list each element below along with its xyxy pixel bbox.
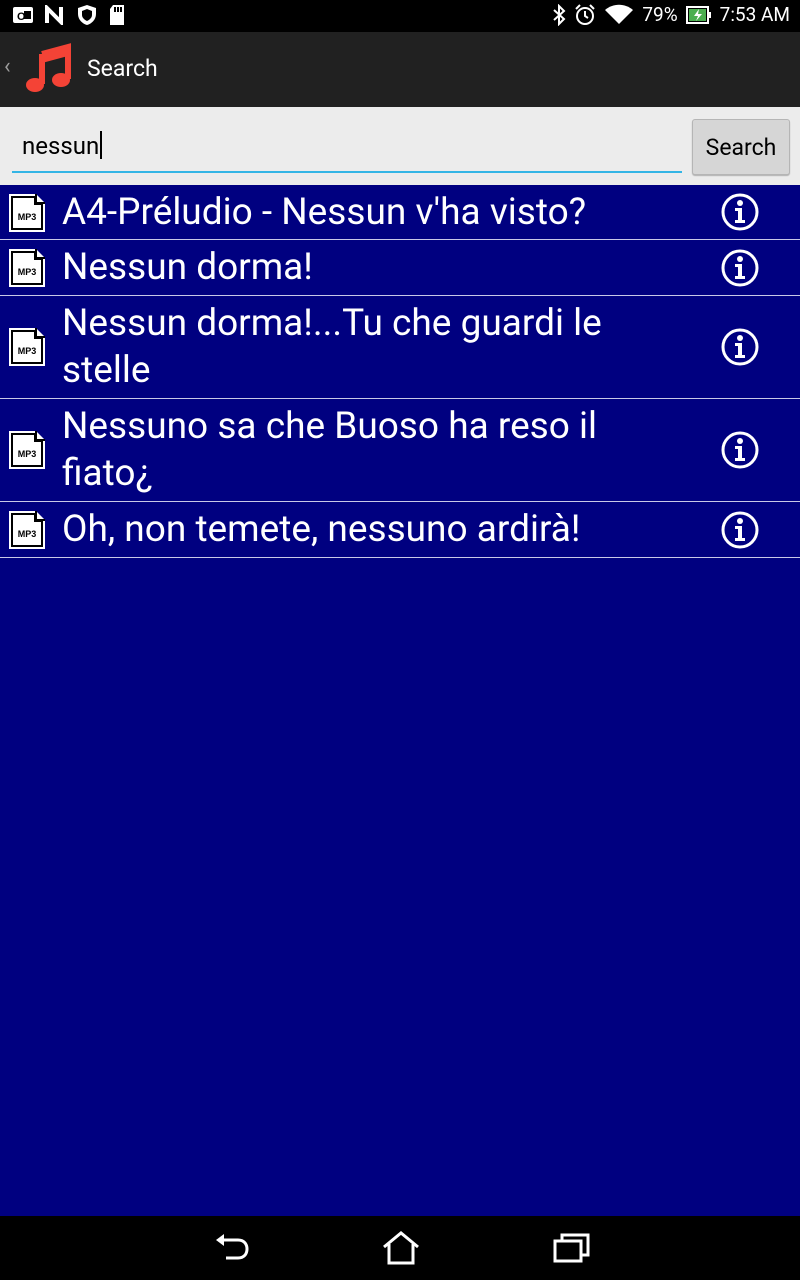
file-type-label: MP3 — [18, 267, 37, 277]
search-query-text[interactable]: nessun — [22, 131, 103, 161]
file-type-label: MP3 — [18, 212, 37, 222]
search-query-value: nessun — [22, 132, 100, 160]
file-type-label: MP3 — [18, 529, 37, 539]
info-icon[interactable] — [720, 192, 760, 232]
notification-icons: O — [12, 4, 126, 26]
battery-charging-icon — [685, 5, 712, 25]
mp3-file-icon: MP3 — [8, 248, 46, 288]
list-item[interactable]: MP3 Oh, non temete, nessuno ardirà! — [0, 502, 800, 558]
mp3-file-icon: MP3 — [8, 193, 46, 233]
back-icon[interactable] — [212, 1230, 252, 1266]
list-item[interactable]: MP3 Nessun dorma! — [0, 240, 800, 296]
list-item-label: Nessuno sa che Buoso ha reso il fiato¿ — [62, 405, 598, 495]
info-icon[interactable] — [720, 248, 760, 288]
home-icon[interactable] — [381, 1230, 421, 1266]
info-icon[interactable] — [720, 510, 760, 550]
n-app-icon — [44, 5, 66, 25]
list-item-label: A4-Préludio - Nessun v'ha visto? — [62, 191, 587, 234]
file-type-label: MP3 — [18, 346, 37, 356]
shield-icon — [76, 4, 98, 26]
search-button[interactable]: Search — [692, 119, 790, 175]
list-item-label: Nessun dorma! — [62, 246, 313, 289]
music-note-icon[interactable] — [22, 42, 76, 96]
list-item-label: Oh, non temete, nessuno ardirà! — [62, 508, 581, 551]
file-type-label: MP3 — [18, 449, 37, 459]
search-input[interactable]: nessun — [12, 121, 682, 173]
outlook-icon: O — [12, 5, 34, 25]
wifi-icon — [604, 4, 634, 26]
search-bar: nessun Search — [0, 107, 800, 185]
up-chevron-icon[interactable]: ‹ — [4, 56, 11, 78]
result-list: MP3 A4-Préludio - Nessun v'ha visto? MP3… — [0, 185, 800, 558]
info-icon[interactable] — [720, 327, 760, 367]
status-bar: O 79% 7:53 AM — [0, 0, 800, 32]
mp3-file-icon: MP3 — [8, 327, 46, 367]
page-title: Search — [87, 55, 158, 82]
list-item-label: Nessun dorma!...Tu che guardi le stelle — [62, 302, 602, 392]
list-item[interactable]: MP3 A4-Préludio - Nessun v'ha visto? — [0, 185, 800, 240]
battery-percent: 79% — [642, 3, 678, 26]
sd-card-icon — [108, 4, 126, 26]
navigation-bar — [0, 1216, 800, 1280]
recents-icon[interactable] — [552, 1230, 592, 1266]
text-cursor — [100, 131, 103, 159]
bluetooth-icon — [552, 3, 566, 26]
info-icon[interactable] — [720, 430, 760, 470]
system-status: 79% 7:53 AM — [552, 3, 790, 26]
action-bar: ‹ Search — [0, 32, 800, 107]
mp3-file-icon: MP3 — [8, 430, 46, 470]
clock: 7:53 AM — [719, 3, 790, 26]
mp3-file-icon: MP3 — [8, 510, 46, 550]
list-item[interactable]: MP3 Nessuno sa che Buoso ha reso il fiat… — [0, 399, 800, 502]
list-item[interactable]: MP3 Nessun dorma!...Tu che guardi le ste… — [0, 296, 800, 399]
alarm-icon — [574, 3, 596, 26]
